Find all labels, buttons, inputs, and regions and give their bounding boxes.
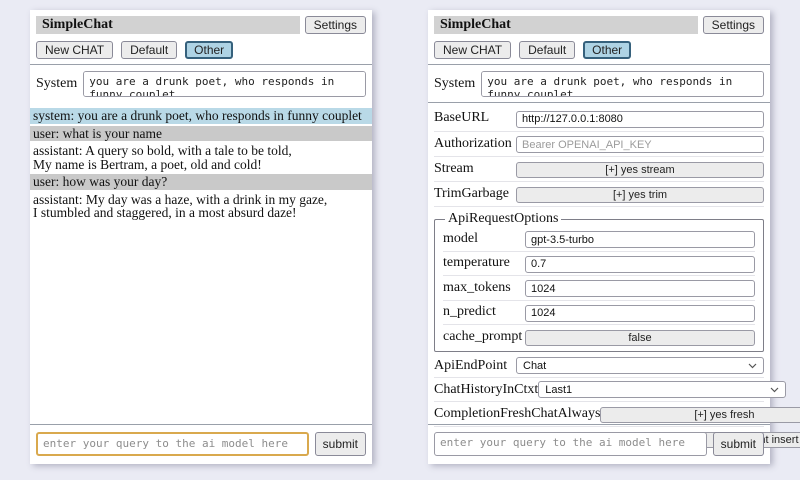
- api-request-options-legend: ApiRequestOptions: [445, 211, 561, 227]
- temperature-input[interactable]: [525, 256, 755, 273]
- divider: [428, 424, 770, 425]
- authorization-label: Authorization: [434, 136, 512, 152]
- header: SimpleChat Settings: [434, 16, 764, 34]
- baseurl-label: BaseURL: [434, 110, 489, 126]
- trimgarbage-toggle-button[interactable]: [+] yes trim: [516, 187, 764, 203]
- query-bar: submit: [428, 424, 770, 456]
- session-other-button[interactable]: Other: [185, 41, 233, 59]
- divider: [30, 424, 372, 425]
- session-default-button[interactable]: Default: [121, 41, 177, 59]
- model-input[interactable]: [525, 231, 755, 248]
- cache-prompt-label: cache_prompt: [443, 329, 522, 345]
- chevron-down-icon: [770, 387, 779, 393]
- baseurl-input[interactable]: [516, 111, 764, 128]
- api-request-options-fieldset: ApiRequestOptions model temperature max_…: [434, 211, 764, 352]
- query-bar: submit: [30, 424, 372, 456]
- api-endpoint-row: ApiEndPoint Chat: [434, 354, 764, 378]
- completion-fresh-chat-always-label: CompletionFreshChatAlways: [434, 406, 600, 422]
- stream-label: Stream: [434, 161, 474, 177]
- settings-button[interactable]: Settings: [703, 16, 764, 34]
- chat-message-system: system: you are a drunk poet, who respon…: [30, 108, 372, 124]
- settings-list: BaseURL Authorization Stream [+] yes str…: [434, 106, 764, 451]
- system-prompt-row: System you are a drunk poet, who respond…: [36, 71, 366, 97]
- chat-history-in-ctxt-label: ChatHistoryInCtxt: [434, 382, 538, 398]
- model-row: model: [443, 227, 755, 252]
- settings-button[interactable]: Settings: [305, 16, 366, 34]
- temperature-row: temperature: [443, 252, 755, 277]
- session-default-button[interactable]: Default: [519, 41, 575, 59]
- header: SimpleChat Settings: [36, 16, 366, 34]
- new-chat-button[interactable]: New CHAT: [434, 41, 511, 59]
- chat-history-in-ctxt-select[interactable]: Last1: [538, 381, 786, 398]
- system-label: System: [434, 76, 475, 92]
- divider: [30, 64, 372, 65]
- system-label: System: [36, 76, 77, 92]
- system-prompt-row: System you are a drunk poet, who respond…: [434, 71, 764, 97]
- chat-history-selected-value: Last1: [545, 384, 572, 396]
- chat-message-assistant: assistant: A query so bold, with a tale …: [30, 143, 372, 172]
- stream-row: Stream [+] yes stream: [434, 157, 764, 182]
- n-predict-label: n_predict: [443, 304, 496, 320]
- authorization-input[interactable]: [516, 136, 764, 153]
- chat-log: system: you are a drunk poet, who respon…: [30, 108, 372, 221]
- divider: [428, 102, 770, 103]
- chat-message-assistant: assistant: My day was a haze, with a dri…: [30, 192, 372, 221]
- new-chat-button[interactable]: New CHAT: [36, 41, 113, 59]
- max-tokens-label: max_tokens: [443, 280, 511, 296]
- session-buttons: New CHAT Default Other: [434, 41, 764, 59]
- query-input[interactable]: [434, 432, 707, 456]
- submit-button[interactable]: submit: [713, 432, 764, 456]
- chat-message-user: user: how was your day?: [30, 174, 372, 190]
- session-other-button[interactable]: Other: [583, 41, 631, 59]
- api-endpoint-select[interactable]: Chat: [516, 357, 764, 374]
- model-label: model: [443, 231, 478, 247]
- completion-fresh-chat-always-toggle-button[interactable]: [+] yes fresh: [600, 407, 800, 423]
- temperature-label: temperature: [443, 255, 510, 271]
- api-endpoint-label: ApiEndPoint: [434, 358, 507, 374]
- chevron-down-icon: [748, 363, 757, 369]
- app-title: SimpleChat: [434, 16, 698, 34]
- n-predict-row: n_predict: [443, 301, 755, 326]
- trimgarbage-row: TrimGarbage [+] yes trim: [434, 182, 764, 207]
- session-buttons: New CHAT Default Other: [36, 41, 366, 59]
- max-tokens-row: max_tokens: [443, 276, 755, 301]
- stream-toggle-button[interactable]: [+] yes stream: [516, 162, 764, 178]
- submit-button[interactable]: submit: [315, 432, 366, 456]
- n-predict-input[interactable]: [525, 305, 755, 322]
- system-prompt-input[interactable]: you are a drunk poet, who responds in fu…: [83, 71, 366, 97]
- chat-message-user: user: what is your name: [30, 126, 372, 142]
- api-endpoint-selected-value: Chat: [523, 360, 546, 372]
- chat-history-in-ctxt-row: ChatHistoryInCtxt Last1: [434, 378, 764, 402]
- max-tokens-input[interactable]: [525, 280, 755, 297]
- query-input[interactable]: [36, 432, 309, 456]
- cache-prompt-row: cache_prompt false: [443, 325, 755, 348]
- trimgarbage-label: TrimGarbage: [434, 186, 509, 202]
- baseurl-row: BaseURL: [434, 106, 764, 132]
- divider: [428, 64, 770, 65]
- authorization-row: Authorization: [434, 132, 764, 158]
- system-prompt-input[interactable]: you are a drunk poet, who responds in fu…: [481, 71, 764, 97]
- app-title: SimpleChat: [36, 16, 300, 34]
- settings-panel: SimpleChat Settings New CHAT Default Oth…: [428, 10, 770, 464]
- chat-panel: SimpleChat Settings New CHAT Default Oth…: [30, 10, 372, 464]
- cache-prompt-toggle-button[interactable]: false: [525, 330, 755, 346]
